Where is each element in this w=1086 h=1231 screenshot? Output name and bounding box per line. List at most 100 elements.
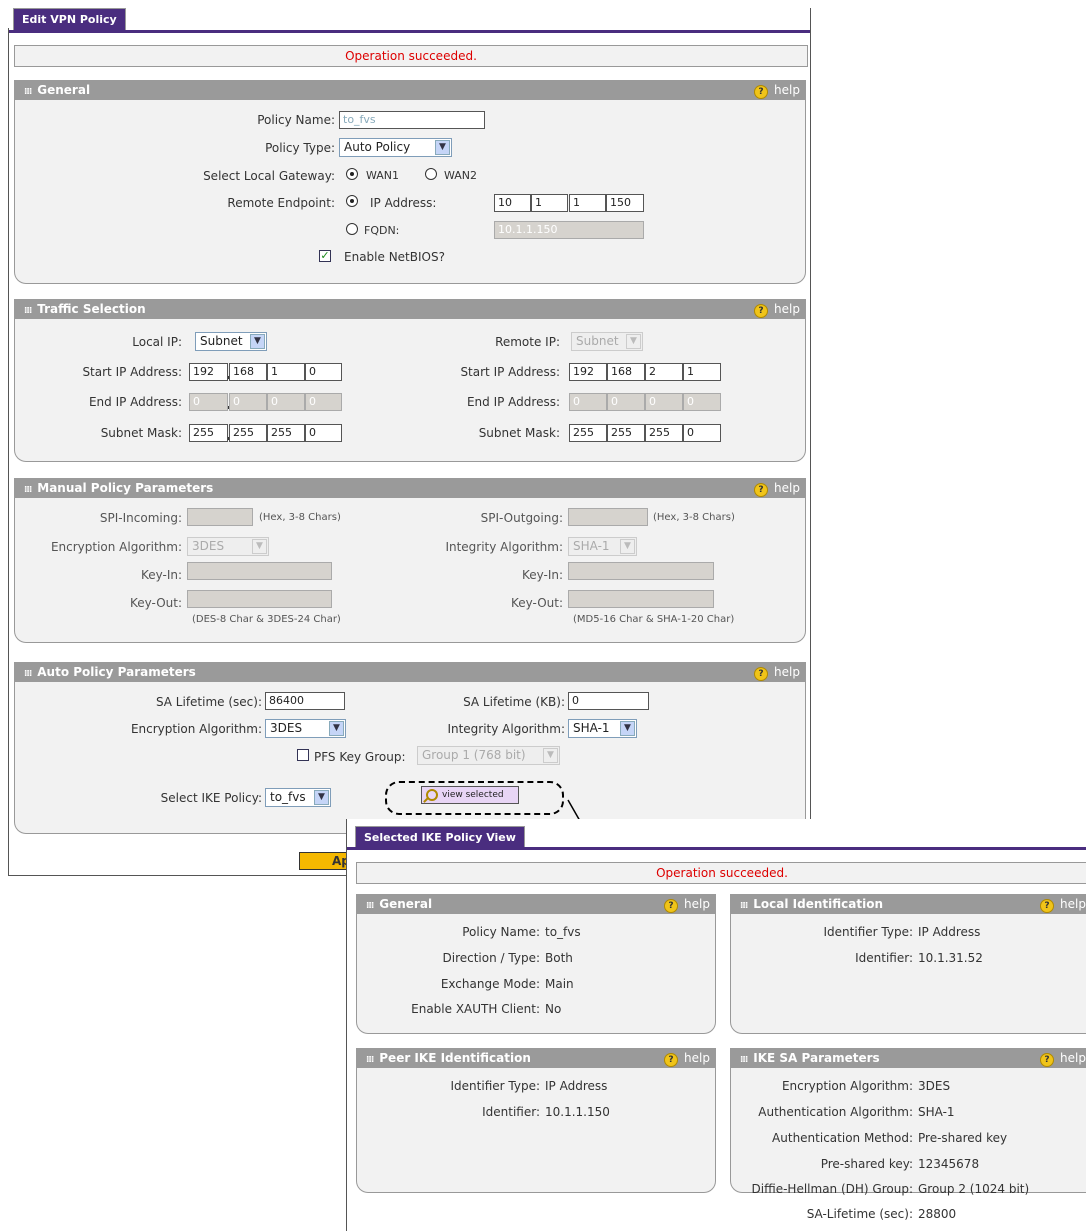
local-id-type-value: IP Address [918, 925, 981, 939]
fqdn-input[interactable]: 10.1.1.150 [494, 221, 644, 239]
remote-start-octet-1[interactable]: 192 [569, 363, 607, 381]
auto-help-link[interactable]: ? help [754, 662, 800, 682]
sa-lifetime-kb-input[interactable]: 0 [568, 692, 649, 710]
manual-section-header: ⁞⁞⁞ Manual Policy Parameters ? help [14, 478, 806, 498]
sa-authentication-value: SHA-1 [918, 1105, 955, 1119]
general-section-header: ⁞⁞⁞ General ? help [14, 80, 806, 100]
sa-dh-group-label: Diffie-Hellman (DH) Group: [751, 1182, 913, 1196]
local-mask-octet-3[interactable]: 255 [267, 424, 305, 442]
peer-id-help-link[interactable]: ? help [664, 1048, 710, 1068]
local-ip-select[interactable]: Subnet ▼ [195, 332, 267, 351]
manual-key-out-label: Key-Out: [129, 596, 182, 610]
local-start-octet-4[interactable]: 0 [305, 363, 342, 381]
fqdn-radio[interactable] [346, 223, 358, 235]
manual-enc-key-out-input[interactable] [187, 590, 332, 608]
sa-lifetime-sec-input[interactable]: 86400 [265, 692, 345, 710]
auto-section-header: ⁞⁞⁞ Auto Policy Parameters ? help [14, 662, 806, 682]
help-icon: ? [754, 483, 769, 497]
remote-end-octet-1[interactable]: 0 [569, 393, 607, 411]
auto-integrity-select[interactable]: SHA-1 ▼ [568, 719, 637, 738]
manual-int-key-out-input[interactable] [568, 590, 714, 608]
view-selected-button[interactable]: view selected [421, 786, 519, 804]
local-start-ip-label: Start IP Address: [82, 365, 182, 379]
pfs-checkbox[interactable] [297, 749, 309, 761]
remote-end-ip-label: End IP Address: [466, 395, 560, 409]
local-end-octet-3[interactable]: 0 [267, 393, 305, 411]
local-start-octet-3[interactable]: 1 [267, 363, 305, 381]
manual-help-link[interactable]: ? help [754, 478, 800, 498]
policy-name-input[interactable]: to_fvs [339, 111, 485, 129]
ike-view-tab: Selected IKE Policy View [355, 826, 525, 849]
remote-mask-label: Subnet Mask: [478, 426, 560, 440]
spi-incoming-input[interactable] [187, 508, 253, 526]
remote-start-octet-4[interactable]: 1 [683, 363, 721, 381]
spi-outgoing-input[interactable] [568, 508, 648, 526]
chevron-down-icon: ▼ [314, 790, 329, 805]
ip-address-radio[interactable] [346, 195, 358, 207]
remote-ip-octet-4[interactable]: 150 [606, 194, 644, 212]
remote-ip-select[interactable]: Subnet ▼ [571, 332, 643, 351]
policy-type-select[interactable]: Auto Policy ▼ [339, 138, 452, 157]
remote-mask-octet-1[interactable]: 255 [569, 424, 607, 442]
local-id-help-link[interactable]: ? help [1040, 894, 1086, 914]
local-mask-octet-4[interactable]: 0 [305, 424, 342, 442]
remote-ip-octet-3[interactable]: 1 [569, 194, 606, 212]
remote-ip-label: Remote IP: [495, 335, 560, 349]
manual-integrity-select[interactable]: SHA-1 ▼ [568, 537, 637, 556]
local-mask-octet-2[interactable]: 255 [229, 424, 267, 442]
local-id-header: ⁞⁞⁞ Local Identification ? help [730, 894, 1086, 914]
edit-window-frame-right [810, 8, 811, 876]
remote-start-octet-3[interactable]: 2 [645, 363, 683, 381]
remote-end-octet-2[interactable]: 0 [607, 393, 645, 411]
ike-direction-value: Both [545, 951, 573, 965]
local-mask-octet-1[interactable]: 255 [189, 424, 228, 442]
remote-mask-octet-3[interactable]: 255 [645, 424, 683, 442]
ike-policy-name-value: to_fvs [545, 925, 581, 939]
manual-int-key-in-input[interactable] [568, 562, 714, 580]
local-gateway-label: Select Local Gateway: [203, 169, 335, 183]
magnifier-icon [426, 789, 438, 801]
wan2-radio[interactable] [425, 168, 437, 180]
grip-icon: ⁞⁞⁞ [366, 901, 374, 911]
traffic-help-link[interactable]: ? help [754, 299, 800, 319]
remote-start-ip-label: Start IP Address: [460, 365, 560, 379]
local-end-octet-1[interactable]: 0 [189, 393, 228, 411]
remote-mask-octet-4[interactable]: 0 [683, 424, 721, 442]
spi-outgoing-label: SPI-Outgoing: [480, 511, 563, 525]
remote-ip-octet-2[interactable]: 1 [531, 194, 568, 212]
ike-status-message: Operation succeeded. [356, 862, 1086, 884]
netbios-label: Enable NetBIOS? [344, 250, 445, 264]
remote-endpoint-label: Remote Endpoint: [227, 196, 335, 210]
remote-end-octet-3[interactable]: 0 [645, 393, 683, 411]
auto-encryption-select[interactable]: 3DES ▼ [265, 719, 346, 738]
wan1-radio[interactable] [346, 168, 358, 180]
edit-vpn-policy-tab: Edit VPN Policy [13, 8, 126, 31]
remote-end-octet-4[interactable]: 0 [683, 393, 721, 411]
local-end-octet-4[interactable]: 0 [305, 393, 342, 411]
local-id-type-label: Identifier Type: [823, 925, 913, 939]
netbios-checkbox[interactable]: ✓ [319, 250, 331, 262]
sa-dh-group-value: Group 2 (1024 bit) [918, 1182, 1030, 1196]
ike-sa-help-link[interactable]: ? help [1040, 1048, 1086, 1068]
remote-mask-octet-2[interactable]: 255 [607, 424, 645, 442]
remote-ip-octet-1[interactable]: 10 [494, 194, 531, 212]
pfs-key-group-select[interactable]: Group 1 (768 bit) ▼ [417, 746, 560, 765]
wan1-label: WAN1 [366, 169, 400, 182]
general-help-link[interactable]: ? help [754, 80, 800, 100]
spi-incoming-label: SPI-Incoming: [99, 511, 182, 525]
manual-encryption-select[interactable]: 3DES ▼ [187, 537, 269, 556]
local-start-octet-2[interactable]: 168 [229, 363, 267, 381]
auto-integrity-label: Integrity Algorithm: [447, 722, 565, 736]
chevron-down-icon: ▼ [543, 748, 558, 763]
ike-general-help-link[interactable]: ? help [664, 894, 710, 914]
remote-start-octet-2[interactable]: 168 [607, 363, 645, 381]
ike-policy-select[interactable]: to_fvs ▼ [265, 788, 331, 807]
local-identifier-value: 10.1.31.52 [918, 951, 983, 965]
chevron-down-icon: ▼ [329, 721, 344, 736]
local-start-octet-1[interactable]: 192 [189, 363, 228, 381]
chevron-down-icon: ▼ [620, 721, 635, 736]
ike-general-header: ⁞⁞⁞ General ? help [356, 894, 716, 914]
manual-enc-key-in-input[interactable] [187, 562, 332, 580]
help-icon: ? [754, 85, 769, 99]
local-end-octet-2[interactable]: 0 [229, 393, 267, 411]
